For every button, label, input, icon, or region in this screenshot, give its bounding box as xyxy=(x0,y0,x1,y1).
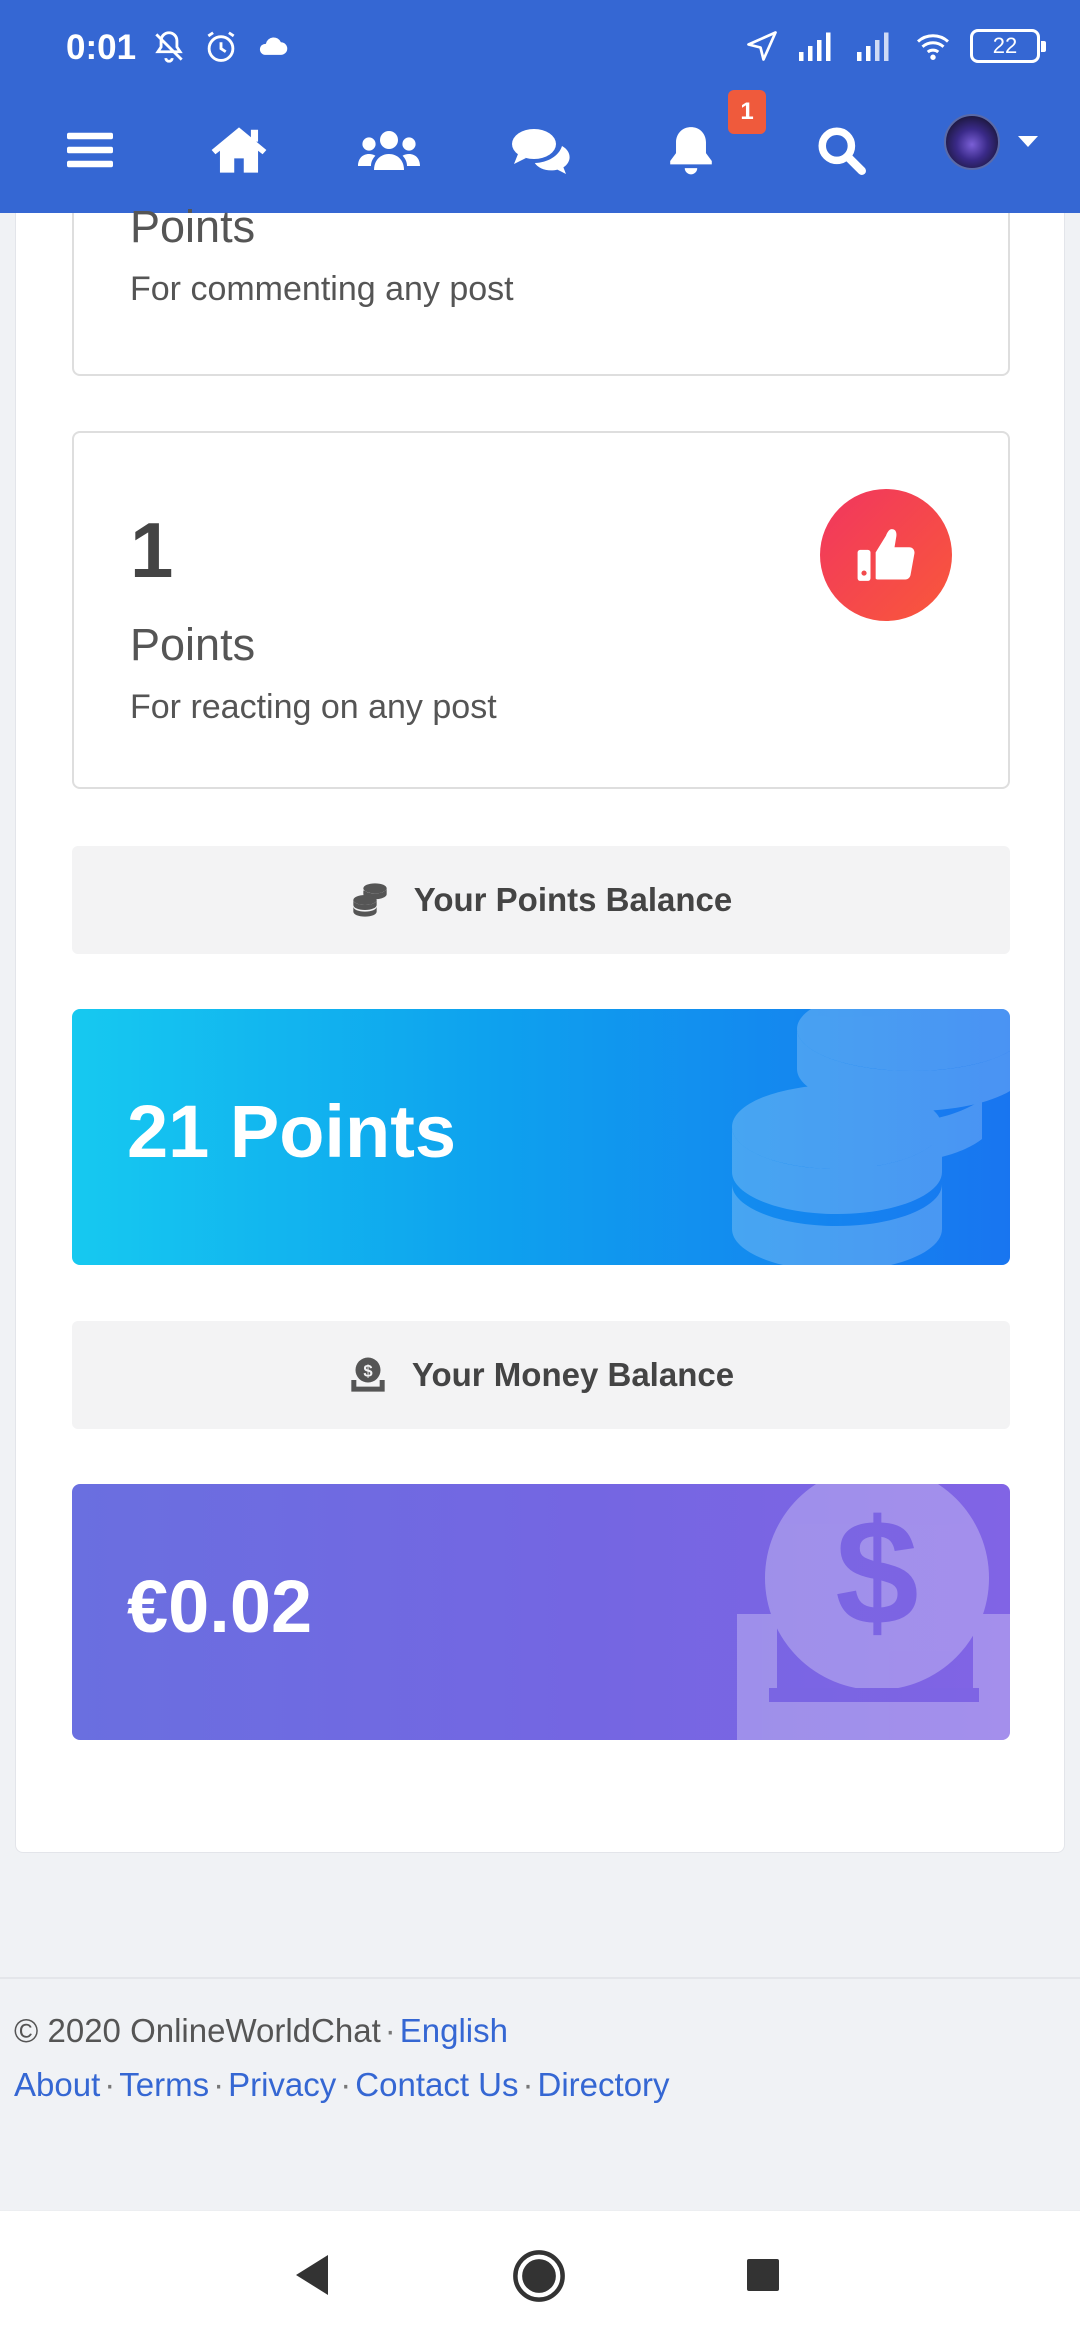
chevron-down-icon[interactable] xyxy=(1018,136,1038,147)
footer-link-terms[interactable]: Terms xyxy=(119,2066,209,2103)
points-balance-value: 21 Points xyxy=(127,1090,456,1173)
signal-icon xyxy=(799,32,831,61)
home-circle-icon[interactable] xyxy=(512,2249,566,2303)
app-header: 0:01 22 1 xyxy=(0,0,1080,213)
card-unit: Points xyxy=(130,201,256,252)
status-left-icons xyxy=(150,28,292,66)
footer-divider xyxy=(0,1977,1080,1979)
react-points-card: 1 Points For reacting on any post xyxy=(72,431,1010,789)
system-nav-bar xyxy=(0,2210,1080,2340)
coins-icon xyxy=(353,883,387,917)
coins-icon xyxy=(732,1009,1010,1265)
cloud-icon xyxy=(259,37,288,55)
reaction-badge xyxy=(820,489,952,621)
home-button[interactable] xyxy=(208,115,270,185)
points-balance-header: Your Points Balance xyxy=(72,846,1010,954)
section-title: Your Points Balance xyxy=(413,881,733,918)
menu-icon xyxy=(67,132,113,168)
footer-link-about[interactable]: About xyxy=(14,2066,100,2103)
chat-icon xyxy=(512,129,570,174)
recents-icon[interactable] xyxy=(745,2257,781,2293)
notifications-button[interactable] xyxy=(666,115,716,185)
comment-points-card: Points For commenting any post xyxy=(72,201,1010,376)
svg-text:$: $ xyxy=(835,1488,918,1656)
language-link[interactable]: English xyxy=(400,2012,508,2049)
users-icon xyxy=(358,131,420,170)
svg-text:$: $ xyxy=(363,1362,373,1381)
home-icon xyxy=(211,127,267,173)
mute-icon xyxy=(155,31,183,63)
location-icon xyxy=(747,31,777,61)
back-icon[interactable] xyxy=(294,2253,334,2297)
main-nav xyxy=(0,95,1080,213)
card-description: For reacting on any post xyxy=(130,688,497,726)
money-balance-value: €0.02 xyxy=(127,1565,313,1648)
avatar[interactable] xyxy=(944,114,1000,170)
points-balance-card: 21 Points xyxy=(72,1009,1010,1265)
section-title: Your Money Balance xyxy=(411,1356,735,1393)
status-time: 0:01 xyxy=(66,28,137,67)
card-description: For commenting any post xyxy=(130,270,514,308)
money-balance-header: $ Your Money Balance xyxy=(72,1321,1010,1429)
notification-badge: 1 xyxy=(728,90,766,134)
card-number: 1 xyxy=(130,506,174,594)
menu-button[interactable] xyxy=(62,115,118,185)
footer-link-contact[interactable]: Contact Us xyxy=(355,2066,518,2103)
status-bar: 0:01 22 xyxy=(0,0,1080,95)
money-icon: $ xyxy=(737,1484,1010,1740)
footer-link-directory[interactable]: Directory xyxy=(538,2066,670,2103)
money-balance-card: $ €0.02 xyxy=(72,1484,1010,1740)
signal-icon xyxy=(857,32,889,61)
status-right-icons: 22 xyxy=(744,28,1046,64)
footer-copyright-row: © 2020 OnlineWorldChat · English xyxy=(14,2012,508,2049)
copyright-text: © 2020 OnlineWorldChat xyxy=(14,2012,381,2049)
footer-links: About · Terms · Privacy · Contact Us · Directory xyxy=(14,2066,670,2103)
bell-icon xyxy=(670,127,712,175)
battery-icon: 22 xyxy=(970,29,1046,63)
footer-link-privacy[interactable]: Privacy xyxy=(228,2066,336,2103)
messages-button[interactable] xyxy=(508,115,572,185)
search-icon xyxy=(818,127,866,175)
card-unit: Points xyxy=(130,619,256,670)
search-button[interactable] xyxy=(814,115,868,185)
money-icon: $ xyxy=(351,1357,385,1392)
friends-button[interactable] xyxy=(356,115,422,185)
alarm-icon xyxy=(207,31,235,62)
thumbs-up-icon xyxy=(857,529,915,581)
wifi-icon xyxy=(917,34,949,60)
